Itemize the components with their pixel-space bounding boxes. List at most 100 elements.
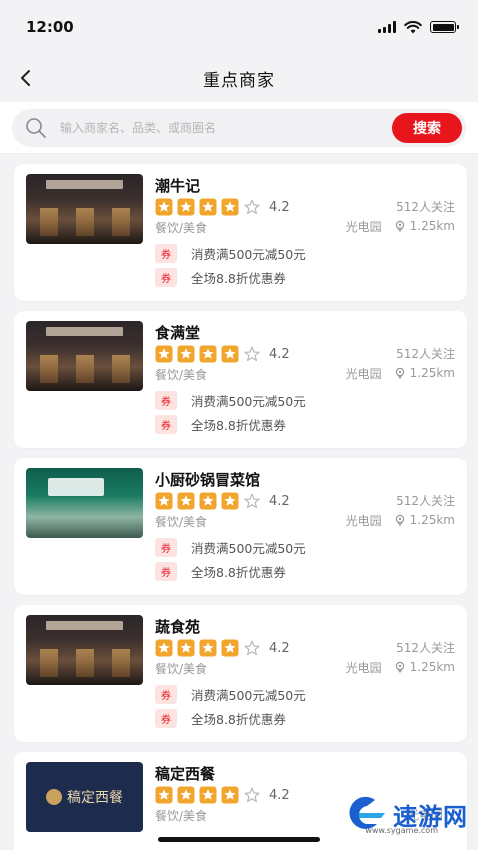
coupon-text: 全场8.8折优惠券 bbox=[191, 712, 286, 727]
star-filled-icon bbox=[155, 639, 173, 657]
merchant-card[interactable]: 潮牛记 4.2 512人关注 餐饮/美食 光电园 1.25km 券消费满500元减50元券全… bbox=[14, 164, 467, 301]
rating-value: 4.2 bbox=[269, 199, 290, 215]
star-filled-icon bbox=[177, 639, 195, 657]
location-pin-icon bbox=[395, 514, 404, 526]
merchant-area: 光电园 bbox=[345, 219, 382, 234]
star-filled-icon bbox=[199, 639, 217, 657]
rating-value: 4.2 bbox=[269, 346, 290, 362]
coupon-text: 消费满500元减50元 bbox=[191, 247, 306, 262]
merchant-list: 潮牛记 4.2 512人关注 餐饮/美食 光电园 1.25km 券消费满500元减50元券全… bbox=[0, 154, 478, 850]
search-box: 搜索 bbox=[12, 109, 466, 147]
rating-row: 4.2 512人关注 bbox=[155, 637, 455, 657]
merchant-location: 光电园 1.25km bbox=[346, 218, 455, 235]
star-filled-icon bbox=[221, 345, 239, 363]
star-filled-icon bbox=[199, 345, 217, 363]
merchant-distance: 1.25km bbox=[409, 366, 455, 380]
status-time: 12:00 bbox=[26, 18, 74, 36]
merchant-area: 光电园 bbox=[345, 513, 382, 528]
merchant-location: 光电园 1.25km bbox=[346, 365, 455, 382]
merchant-location: 光电园 1.25km bbox=[346, 659, 455, 676]
location-pin-icon bbox=[395, 220, 404, 232]
coupon-text: 消费满500元减50元 bbox=[191, 688, 306, 703]
merchant-area: 光电园 bbox=[345, 366, 382, 381]
merchant-card[interactable]: 蔬食苑 4.2 512人关注 餐饮/美食 光电园 1.25km 券消费满500元减50元券全… bbox=[14, 605, 467, 742]
coupon-text: 全场8.8折优惠券 bbox=[191, 271, 286, 286]
search-button[interactable]: 搜索 bbox=[392, 113, 462, 143]
merchant-distance: 1.25km bbox=[409, 513, 455, 527]
merchant-name: 食满堂 bbox=[155, 324, 201, 342]
star-empty-icon bbox=[243, 345, 261, 363]
coupon-text: 全场8.8折优惠券 bbox=[191, 418, 286, 433]
merchant-location: 光电园 1.25km bbox=[346, 512, 455, 529]
watermark-sub: www.sygame.com bbox=[365, 826, 438, 835]
coupon-row[interactable]: 券全场8.8折优惠券 bbox=[155, 415, 455, 434]
star-filled-icon bbox=[221, 198, 239, 216]
coupon-row[interactable]: 券消费满500元减50元 bbox=[155, 391, 455, 410]
star-rating: 4.2 bbox=[155, 786, 290, 804]
merchant-distance: 1.25km bbox=[409, 660, 455, 674]
location-pin-icon bbox=[395, 661, 404, 673]
back-button[interactable] bbox=[12, 64, 40, 92]
star-empty-icon bbox=[243, 198, 261, 216]
merchant-name: 小厨砂锅冒菜馆 bbox=[155, 471, 261, 489]
star-filled-icon bbox=[199, 198, 217, 216]
star-empty-icon bbox=[243, 639, 261, 657]
search-icon bbox=[26, 118, 46, 138]
coupon-row[interactable]: 券消费满500元减50元 bbox=[155, 244, 455, 263]
coupon-tag: 券 bbox=[155, 268, 177, 287]
home-indicator bbox=[158, 837, 320, 842]
coupon-row[interactable]: 券全场8.8折优惠券 bbox=[155, 709, 455, 728]
star-filled-icon bbox=[155, 345, 173, 363]
battery-icon bbox=[430, 21, 459, 33]
coupon-row[interactable]: 券消费满500元减50元 bbox=[155, 538, 455, 557]
search-input[interactable] bbox=[60, 121, 392, 135]
coupon-row[interactable]: 券消费满500元减50元 bbox=[155, 685, 455, 704]
merchant-distance: 1.25km bbox=[409, 219, 455, 233]
merchant-name: 蔬食苑 bbox=[155, 618, 201, 636]
star-filled-icon bbox=[177, 492, 195, 510]
coupon-row[interactable]: 券全场8.8折优惠券 bbox=[155, 268, 455, 287]
merchant-thumbnail bbox=[26, 174, 143, 244]
merchant-info: 小厨砂锅冒菜馆 4.2 512人关注 餐饮/美食 光电园 1.25km 券消费满500元减5… bbox=[155, 468, 455, 585]
merchant-name: 潮牛记 bbox=[155, 177, 201, 195]
star-rating: 4.2 bbox=[155, 492, 290, 510]
merchant-thumbnail bbox=[26, 468, 143, 538]
coupon-tag: 券 bbox=[155, 562, 177, 581]
merchant-name: 稿定西餐 bbox=[155, 765, 216, 783]
rating-value: 4.2 bbox=[269, 640, 290, 656]
status-icons bbox=[378, 20, 459, 34]
star-rating: 4.2 bbox=[155, 198, 290, 216]
coupon-text: 全场8.8折优惠券 bbox=[191, 565, 286, 580]
merchant-thumbnail: 稿定西餐 bbox=[26, 762, 143, 832]
thumbnail-text: 稿定西餐 bbox=[67, 790, 123, 806]
follower-count: 512人关注 bbox=[396, 346, 455, 361]
signal-icon bbox=[378, 21, 396, 33]
rating-row: 4.2 512人关注 bbox=[155, 490, 455, 510]
star-filled-icon bbox=[155, 198, 173, 216]
follower-count: 512人关注 bbox=[396, 640, 455, 655]
star-filled-icon bbox=[177, 786, 195, 804]
category-row: 餐饮/美食 光电园 1.25km bbox=[155, 363, 455, 383]
coupon-text: 消费满500元减50元 bbox=[191, 541, 306, 556]
merchant-area: 光电园 bbox=[345, 660, 382, 675]
star-empty-icon bbox=[243, 492, 261, 510]
merchant-card[interactable]: 小厨砂锅冒菜馆 4.2 512人关注 餐饮/美食 光电园 1.25km 券消费满500元减5… bbox=[14, 458, 467, 595]
merchant-category: 餐饮/美食 bbox=[155, 662, 208, 676]
category-row: 餐饮/美食 光电园 1.25km bbox=[155, 657, 455, 677]
nav-bar: 重点商家 bbox=[0, 54, 478, 102]
star-rating: 4.2 bbox=[155, 639, 290, 657]
coupon-tag: 券 bbox=[155, 391, 177, 410]
star-filled-icon bbox=[177, 345, 195, 363]
coupon-row[interactable]: 券全场8.8折优惠券 bbox=[155, 562, 455, 581]
star-filled-icon bbox=[221, 492, 239, 510]
star-filled-icon bbox=[199, 786, 217, 804]
star-empty-icon bbox=[243, 786, 261, 804]
star-filled-icon bbox=[199, 492, 217, 510]
coupon-tag: 券 bbox=[155, 685, 177, 704]
coupon-tag: 券 bbox=[155, 415, 177, 434]
merchant-card[interactable]: 食满堂 4.2 512人关注 餐饮/美食 光电园 1.25km 券消费满500元减50元券全… bbox=[14, 311, 467, 448]
star-filled-icon bbox=[155, 786, 173, 804]
coupon-text: 消费满500元减50元 bbox=[191, 394, 306, 409]
merchant-thumbnail bbox=[26, 321, 143, 391]
star-filled-icon bbox=[221, 786, 239, 804]
